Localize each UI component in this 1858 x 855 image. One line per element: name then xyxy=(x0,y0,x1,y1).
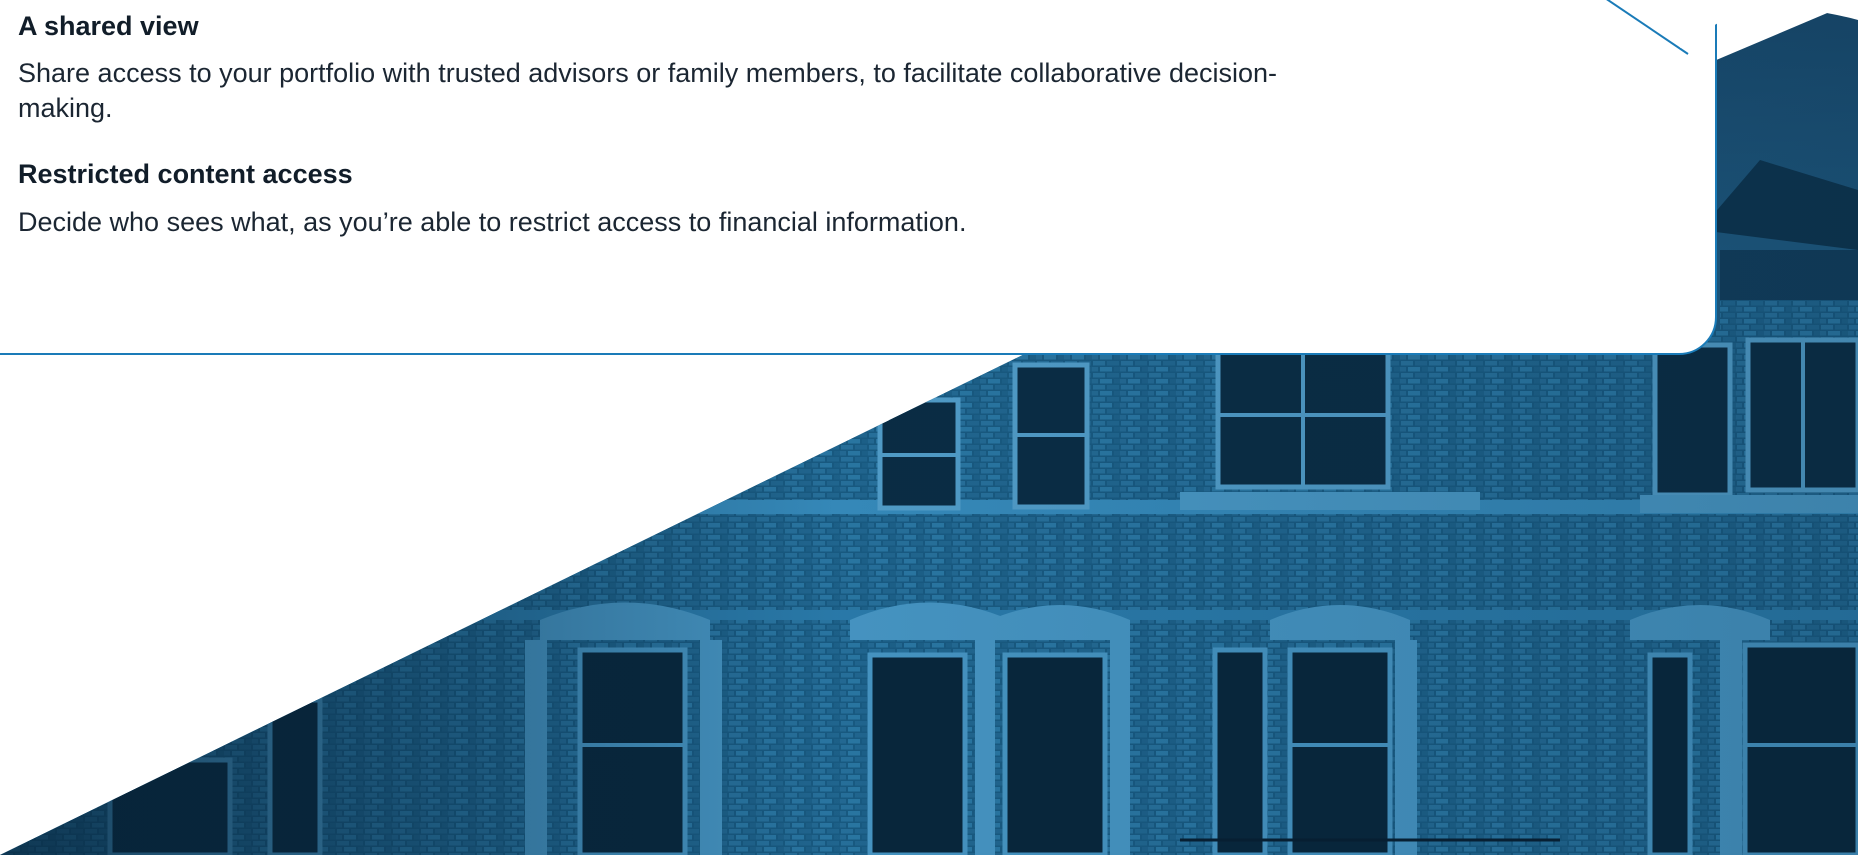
features-card: A shared view Share access to your portf… xyxy=(0,0,1717,355)
features-list: A shared view Share access to your portf… xyxy=(18,10,1318,240)
page: A shared view Share access to your portf… xyxy=(0,0,1858,855)
feature-title: Restricted content access xyxy=(18,159,353,190)
feature-description: Decide who sees what, as you’re able to … xyxy=(18,206,967,237)
decorative-accent-line xyxy=(1606,0,1858,55)
feature-title: A shared view xyxy=(18,11,199,41)
feature-description: Share access to your portfolio with trus… xyxy=(18,58,1278,124)
feature-shared-view: A shared view Share access to your portf… xyxy=(18,10,1318,126)
feature-restricted-access: Restricted content access Decide who see… xyxy=(18,158,1318,239)
